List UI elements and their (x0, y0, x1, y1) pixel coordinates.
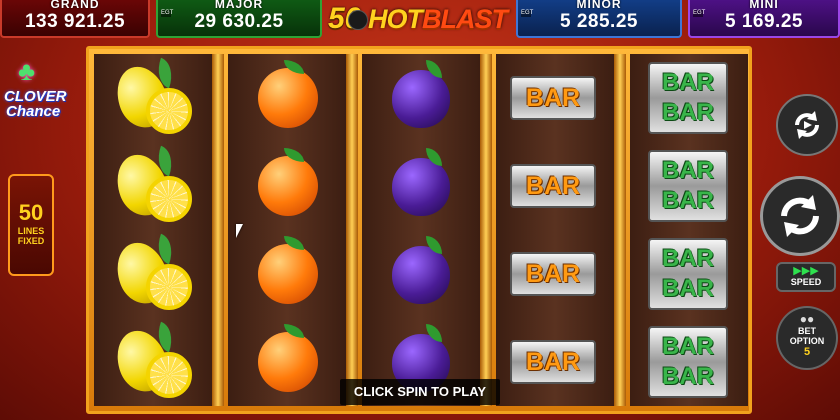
option-label: OPTION (789, 336, 825, 346)
bar-symbol: BAR (496, 142, 614, 230)
logo-word-hot: HOT (368, 4, 423, 34)
bomb-icon (348, 10, 368, 30)
mini-jackpot: EGT MINI 5 169.25 (688, 0, 840, 38)
clover-chance-logo[interactable]: ♣ CLOVER Chance (4, 56, 70, 122)
speed-button[interactable]: ▶▶▶ SPEED (776, 262, 836, 292)
bar-bar-symbol: BAR BAR (630, 230, 748, 318)
major-jackpot: EGT MAJOR 29 630.25 (156, 0, 322, 38)
bar-plate: BAR (510, 340, 596, 384)
grand-jackpot: GRAND 133 921.25 (0, 0, 150, 38)
lines-fixed-badge: 50 LINES FIXED (8, 174, 54, 276)
mouse-cursor-icon (236, 224, 243, 238)
lemon-slice-icon (146, 352, 192, 398)
double-bar-plate: BAR BAR (648, 326, 728, 398)
bet-label: BET (798, 326, 816, 336)
fixed-label: FIXED (17, 236, 45, 246)
coins-icon: ●● (799, 312, 815, 326)
grand-jackpot-label: GRAND (50, 0, 100, 11)
bar-symbol: BAR (496, 54, 614, 142)
bar-plate: BAR (510, 164, 596, 208)
lemon-slice-icon (146, 88, 192, 134)
orange-symbol (228, 318, 346, 406)
reel-3 (362, 54, 480, 406)
lines-count: 50 (18, 200, 44, 225)
clover-icon: ♣ (18, 56, 36, 86)
autoplay-button[interactable] (776, 94, 838, 156)
orange-icon (258, 332, 318, 392)
bet-option-value: 5 (803, 346, 811, 358)
double-bar-plate: BAR BAR (648, 62, 728, 134)
reels-area[interactable]: BAR BAR BAR BAR BAR BAR BAR BAR BAR BAR BAR BAR (86, 46, 752, 414)
plum-icon (392, 70, 450, 128)
bar-text-bottom: BAR (662, 363, 714, 390)
minor-jackpot-value: 5 285.25 (560, 11, 638, 32)
spin-button[interactable] (760, 176, 840, 256)
bar-text-top: BAR (662, 245, 714, 272)
bar-text-top: BAR (662, 333, 714, 360)
orange-symbol (228, 230, 346, 318)
logo-title: HOTBLAST (368, 4, 508, 35)
reel-separator (212, 54, 224, 406)
bar-text-bottom: BAR (662, 187, 714, 214)
lemon-slice-icon (146, 176, 192, 222)
double-bar-plate: BAR BAR (648, 150, 728, 222)
chance-text: Chance (6, 103, 61, 120)
bar-bar-symbol: BAR BAR (630, 54, 748, 142)
autoplay-icon (795, 111, 819, 139)
major-jackpot-label: MAJOR (214, 0, 264, 11)
plum-icon (392, 246, 450, 304)
orange-icon (258, 68, 318, 128)
bar-text-top: BAR (662, 157, 714, 184)
bar-text-bottom: BAR (662, 275, 714, 302)
lemon-symbol (94, 230, 212, 318)
grand-jackpot-value: 133 921.25 (24, 11, 126, 32)
reel-separator (614, 54, 626, 406)
lines-label: LINES (17, 226, 45, 236)
bet-option-button[interactable]: ●● BET OPTION 5 (776, 306, 838, 370)
bar-symbol: BAR (496, 318, 614, 406)
minor-jackpot-label: MINOR (576, 0, 622, 11)
speed-label: SPEED (790, 277, 822, 287)
orange-icon (258, 244, 318, 304)
plum-symbol (362, 54, 480, 142)
logo-word-blast: BLAST (422, 4, 508, 34)
plum-symbol (362, 142, 480, 230)
lemon-slice-icon (146, 264, 192, 310)
game-logo: 50 HOTBLAST (328, 2, 512, 38)
bar-plate: BAR (510, 252, 596, 296)
spin-prompt-message: CLICK SPIN TO PLAY (340, 379, 500, 405)
lemon-symbol (94, 318, 212, 406)
bar-bar-symbol: BAR BAR (630, 318, 748, 406)
minor-jackpot: EGT MINOR 5 285.25 (516, 0, 682, 38)
major-jackpot-value: 29 630.25 (194, 11, 284, 32)
orange-symbol (228, 142, 346, 230)
reel-5: BAR BAR BAR BAR BAR BAR BAR BAR (630, 54, 748, 406)
bar-text-top: BAR (662, 69, 714, 96)
orange-symbol (228, 54, 346, 142)
reel-4: BAR BAR BAR BAR (496, 54, 614, 406)
bar-plate: BAR (510, 76, 596, 120)
bar-text-bottom: BAR (662, 99, 714, 126)
orange-icon (258, 156, 318, 216)
bar-bar-symbol: BAR BAR (630, 142, 748, 230)
lemon-symbol (94, 54, 212, 142)
lemon-symbol (94, 142, 212, 230)
double-bar-plate: BAR BAR (648, 238, 728, 310)
plum-icon (392, 158, 450, 216)
reel-separator (346, 54, 358, 406)
plum-symbol (362, 230, 480, 318)
reel-2 (228, 54, 346, 406)
mini-jackpot-label: MINI (749, 0, 779, 11)
reel-1 (94, 54, 212, 406)
spin-icon (781, 195, 819, 237)
mini-jackpot-value: 5 169.25 (725, 11, 803, 32)
bar-symbol: BAR (496, 230, 614, 318)
fast-forward-icon: ▶▶▶ (793, 265, 819, 277)
reel-separator (480, 54, 492, 406)
